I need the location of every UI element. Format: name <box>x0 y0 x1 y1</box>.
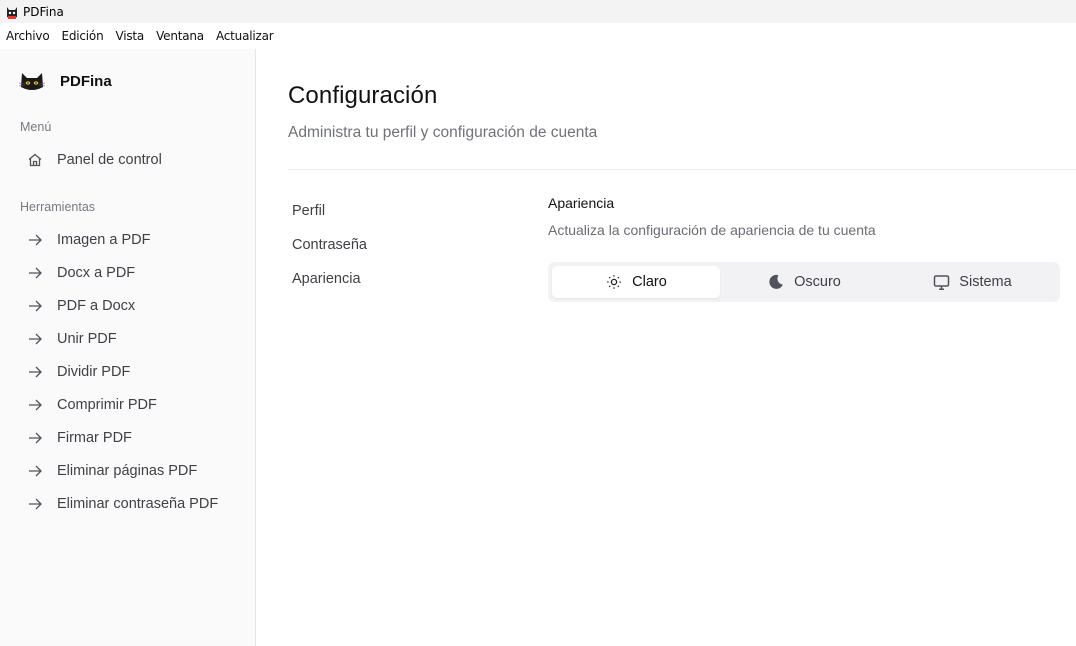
arrow-right-icon <box>26 396 44 414</box>
sidebar-item-label: Unir PDF <box>57 331 117 347</box>
sidebar-item-label: PDF a Docx <box>57 298 136 314</box>
menu-bar: Archivo Edición Vista Ventana Actualizar <box>0 23 1076 49</box>
sidebar-item-docx-a-pdf[interactable]: Docx a PDF <box>26 259 248 287</box>
theme-option-oscuro[interactable]: Oscuro <box>720 266 888 298</box>
sidebar-item-label: Eliminar páginas PDF <box>57 463 198 479</box>
sidebar-item-comprimir-pdf[interactable]: Comprimir PDF <box>26 391 248 419</box>
menu-section-label: Menú <box>20 120 52 134</box>
cat-logo-icon <box>18 73 46 90</box>
theme-option-sistema[interactable]: Sistema <box>888 266 1056 298</box>
divider <box>288 169 1076 170</box>
sidebar-item-imagen-a-pdf[interactable]: Imagen a PDF <box>26 226 248 254</box>
title-bar: PDFina <box>0 0 1076 23</box>
home-icon <box>26 151 44 169</box>
menu-ventana[interactable]: Ventana <box>156 29 204 43</box>
theme-option-claro[interactable]: Claro <box>552 266 720 298</box>
sidebar-item-panel-de-control[interactable]: Panel de control <box>26 146 248 174</box>
brand-name: PDFina <box>60 72 112 90</box>
sidebar-item-label: Firmar PDF <box>57 430 132 446</box>
settings-tab-apariencia[interactable]: Apariencia <box>292 267 492 301</box>
settings-tab-perfil[interactable]: Perfil <box>292 199 492 233</box>
sidebar: PDFina Menú Panel de control Herramienta… <box>0 49 256 646</box>
moon-icon <box>767 273 785 291</box>
arrow-right-icon <box>26 495 44 513</box>
theme-option-label: Sistema <box>959 274 1012 290</box>
theme-option-label: Oscuro <box>794 274 841 290</box>
menu-vista[interactable]: Vista <box>115 29 144 43</box>
sidebar-item-label: Panel de control <box>57 152 162 168</box>
monitor-icon <box>932 273 950 291</box>
brand[interactable]: PDFina <box>18 67 112 95</box>
sidebar-item-label: Docx a PDF <box>57 265 136 281</box>
arrow-right-icon <box>26 231 44 249</box>
window-title: PDFina <box>23 4 64 19</box>
page-title: Configuración <box>288 82 438 109</box>
arrow-right-icon <box>26 363 44 381</box>
sidebar-item-label: Dividir PDF <box>57 364 131 380</box>
menu-edicion[interactable]: Edición <box>61 29 103 43</box>
main-content: Configuración Administra tu perfil y con… <box>256 49 1076 646</box>
arrow-right-icon <box>26 462 44 480</box>
settings-nav: Perfil Contraseña Apariencia <box>292 199 492 301</box>
app-cat-icon <box>7 6 17 19</box>
sidebar-item-pdf-a-docx[interactable]: PDF a Docx <box>26 292 248 320</box>
sidebar-item-dividir-pdf[interactable]: Dividir PDF <box>26 358 248 386</box>
settings-tab-contrasena[interactable]: Contraseña <box>292 233 492 267</box>
appearance-title: Apariencia <box>548 195 615 211</box>
arrow-right-icon <box>26 330 44 348</box>
arrow-right-icon <box>26 429 44 447</box>
appearance-panel: Apariencia Actualiza la configuración de… <box>548 195 1060 302</box>
appearance-description: Actualiza la configuración de apariencia… <box>548 222 876 238</box>
menu-actualizar[interactable]: Actualizar <box>216 29 274 43</box>
menu-archivo[interactable]: Archivo <box>6 29 50 43</box>
arrow-right-icon <box>26 264 44 282</box>
theme-selector: Claro Oscuro Sistema <box>548 262 1060 302</box>
sidebar-item-label: Eliminar contraseña PDF <box>57 496 219 512</box>
sidebar-item-eliminar-paginas-pdf[interactable]: Eliminar páginas PDF <box>26 457 248 485</box>
arrow-right-icon <box>26 297 44 315</box>
sun-icon <box>605 273 623 291</box>
sidebar-item-unir-pdf[interactable]: Unir PDF <box>26 325 248 353</box>
theme-option-label: Claro <box>632 274 667 290</box>
sidebar-item-label: Imagen a PDF <box>57 232 151 248</box>
sidebar-item-label: Comprimir PDF <box>57 397 157 413</box>
sidebar-item-eliminar-contrasena-pdf[interactable]: Eliminar contraseña PDF <box>26 490 248 518</box>
sidebar-item-firmar-pdf[interactable]: Firmar PDF <box>26 424 248 452</box>
tools-section-label: Herramientas <box>20 200 96 214</box>
page-subtitle: Administra tu perfil y configuración de … <box>288 124 598 141</box>
